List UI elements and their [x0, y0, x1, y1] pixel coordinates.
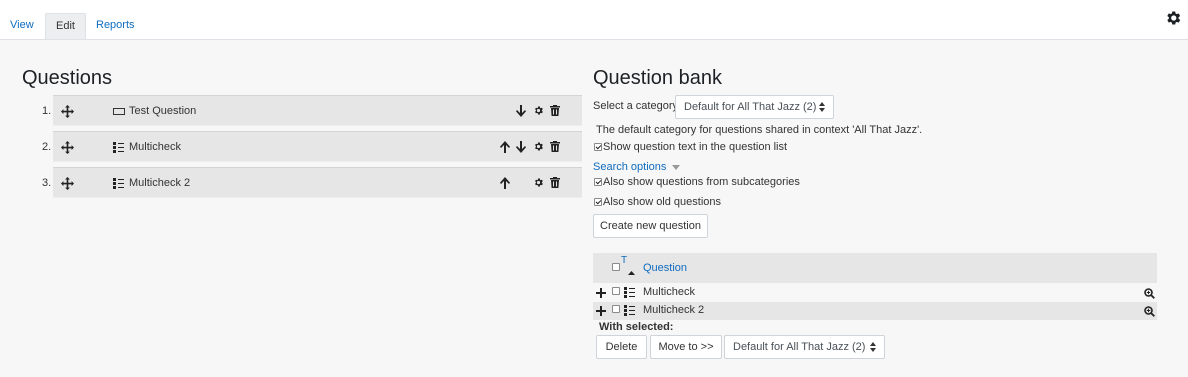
preview-zoom-icon[interactable] — [1144, 306, 1155, 317]
gear-icon[interactable] — [533, 177, 544, 188]
list-icon — [624, 287, 635, 298]
preview-zoom-icon[interactable] — [1144, 288, 1155, 299]
question-row: Multicheck 2 — [53, 167, 582, 198]
arrow-down-icon[interactable] — [516, 105, 526, 117]
category-label: Select a category: — [593, 100, 682, 112]
trash-icon[interactable] — [550, 141, 560, 152]
top-navigation: View Edit Reports — [0, 0, 1188, 40]
select-caret-icon — [819, 102, 825, 112]
trash-icon[interactable] — [550, 177, 560, 188]
move-category-select[interactable]: Default for All That Jazz (2) — [724, 335, 885, 359]
table-row: Multicheck 2 — [593, 302, 1157, 320]
question-row: Multicheck — [53, 131, 582, 162]
delete-button[interactable]: Delete — [596, 335, 647, 359]
add-to-quiz-icon[interactable] — [596, 306, 606, 316]
old-questions-label: Also show old questions — [603, 196, 722, 208]
description-icon — [113, 108, 125, 115]
add-to-quiz-icon[interactable] — [596, 288, 606, 298]
list-icon — [113, 142, 124, 153]
question-name: Multicheck — [129, 141, 181, 153]
category-info: The default category for questions share… — [596, 124, 923, 136]
questions-heading: Questions — [22, 67, 113, 89]
question-name: Multicheck — [643, 286, 695, 298]
question-name: Multicheck 2 — [129, 177, 191, 189]
arrow-up-icon[interactable] — [500, 141, 510, 153]
question-number: 1. — [42, 105, 52, 117]
subcategories-checkbox[interactable] — [594, 178, 602, 186]
with-selected-label: With selected: — [599, 321, 674, 333]
question-name: Multicheck 2 — [643, 304, 705, 316]
select-caret-icon — [870, 342, 876, 352]
old-questions-checkbox[interactable] — [594, 198, 602, 206]
list-icon — [624, 305, 635, 316]
show-text-checkbox[interactable] — [594, 143, 602, 151]
arrow-up-icon[interactable] — [500, 177, 510, 189]
category-select[interactable]: Default for All That Jazz (2) — [675, 95, 834, 119]
create-new-question-button[interactable]: Create new question — [593, 214, 708, 238]
question-number: 2. — [42, 141, 52, 153]
gear-icon[interactable] — [533, 105, 544, 116]
question-table-header: T Question — [593, 253, 1157, 283]
move-icon[interactable] — [61, 105, 74, 118]
row-checkbox[interactable] — [612, 305, 620, 313]
sort-asc-icon — [628, 271, 635, 275]
select-all-checkbox[interactable] — [612, 263, 620, 271]
chevron-down-icon — [672, 164, 681, 170]
table-row: Multicheck — [593, 284, 1157, 302]
show-text-label: Show question text in the question list — [603, 141, 788, 153]
question-bank-heading: Question bank — [593, 67, 722, 89]
arrow-down-icon[interactable] — [516, 141, 526, 153]
move-icon[interactable] — [61, 177, 74, 190]
category-select-value: Default for All That Jazz (2) — [684, 101, 817, 113]
tab-reports[interactable]: Reports — [86, 13, 145, 39]
gear-icon[interactable] — [533, 141, 544, 152]
subcategories-label: Also show questions from subcategories — [603, 176, 800, 188]
question-name: Test Question — [129, 105, 197, 117]
move-to-button[interactable]: Move to >> — [650, 335, 722, 359]
list-icon — [113, 178, 124, 189]
row-checkbox[interactable] — [612, 287, 620, 295]
move-icon[interactable] — [61, 141, 74, 154]
tab-edit[interactable]: Edit — [45, 13, 86, 39]
settings-gear-icon[interactable] — [1164, 9, 1182, 27]
trash-icon[interactable] — [550, 105, 560, 116]
search-options-link[interactable]: Search options — [593, 161, 681, 173]
question-row: Test Question — [53, 95, 582, 126]
move-category-value: Default for All That Jazz (2) — [733, 341, 866, 353]
tab-view[interactable]: View — [0, 13, 44, 39]
column-question-link[interactable]: Question — [643, 262, 687, 274]
sort-type-link[interactable]: T — [621, 255, 627, 266]
question-number: 3. — [42, 177, 52, 189]
